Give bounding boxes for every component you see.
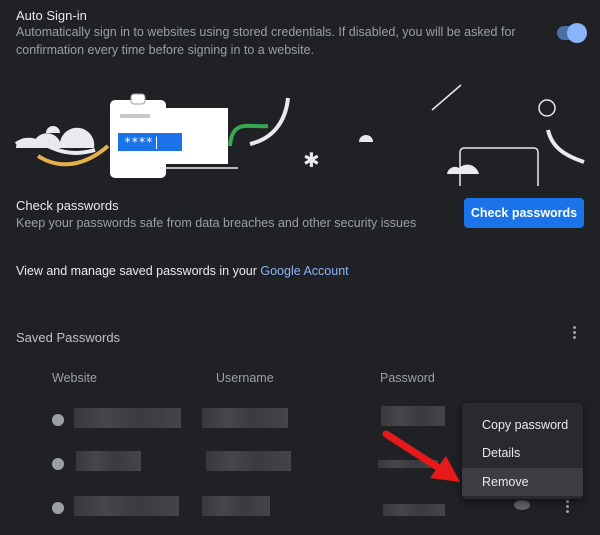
google-account-link[interactable]: Google Account bbox=[260, 264, 348, 278]
check-passwords-title: Check passwords bbox=[16, 198, 119, 213]
menu-item-details[interactable]: Details bbox=[462, 439, 583, 467]
auto-signin-toggle[interactable] bbox=[557, 23, 587, 43]
check-passwords-description: Keep your passwords safe from data breac… bbox=[16, 216, 417, 230]
username-value-blurred bbox=[202, 408, 288, 428]
manage-passwords-label: View and manage saved passwords in your bbox=[16, 264, 261, 278]
auto-signin-description-line2: confirmation every time before signing i… bbox=[16, 43, 315, 57]
show-password-eye-icon[interactable] bbox=[514, 500, 530, 510]
password-value-blurred bbox=[381, 406, 445, 426]
asterisk-icon: ✱ bbox=[303, 148, 320, 172]
auto-signin-title: Auto Sign-in bbox=[16, 8, 87, 23]
row-more-actions-icon[interactable] bbox=[566, 500, 570, 515]
small-semicircle-right-icon bbox=[359, 135, 373, 142]
auto-signin-description: Automatically sign in to websites using … bbox=[16, 23, 556, 59]
column-header-website: Website bbox=[52, 371, 97, 385]
auto-signin-description-line1: Automatically sign in to websites using … bbox=[16, 25, 516, 39]
cloud-right-icon bbox=[447, 164, 479, 174]
globe-icon bbox=[52, 458, 64, 470]
globe-icon bbox=[52, 414, 64, 426]
manage-passwords-text: View and manage saved passwords in your … bbox=[16, 264, 349, 278]
password-illustration: ****| ✱ bbox=[14, 84, 585, 186]
globe-icon bbox=[52, 502, 64, 514]
red-arrow-annotation bbox=[382, 430, 460, 482]
username-value-blurred bbox=[206, 451, 291, 471]
circle-outline-icon bbox=[538, 99, 556, 117]
username-value-blurred bbox=[202, 496, 270, 516]
saved-passwords-title: Saved Passwords bbox=[16, 330, 121, 345]
saved-passwords-more-icon[interactable] bbox=[573, 326, 577, 341]
check-passwords-button[interactable]: Check passwords bbox=[464, 198, 584, 228]
column-header-password: Password bbox=[380, 371, 435, 385]
menu-item-copy-password[interactable]: Copy password bbox=[462, 411, 583, 439]
password-context-menu: Copy password Details Remove bbox=[462, 403, 583, 499]
small-semicircle-left-icon bbox=[46, 126, 60, 133]
website-value-blurred bbox=[76, 451, 141, 471]
toggle-knob bbox=[567, 23, 587, 43]
website-value-blurred bbox=[74, 496, 179, 516]
column-header-username: Username bbox=[216, 371, 274, 385]
password-value-blurred bbox=[383, 504, 445, 516]
password-mask-text: ****| bbox=[124, 135, 160, 149]
website-value-blurred bbox=[74, 408, 181, 428]
menu-item-remove[interactable]: Remove bbox=[462, 468, 583, 496]
